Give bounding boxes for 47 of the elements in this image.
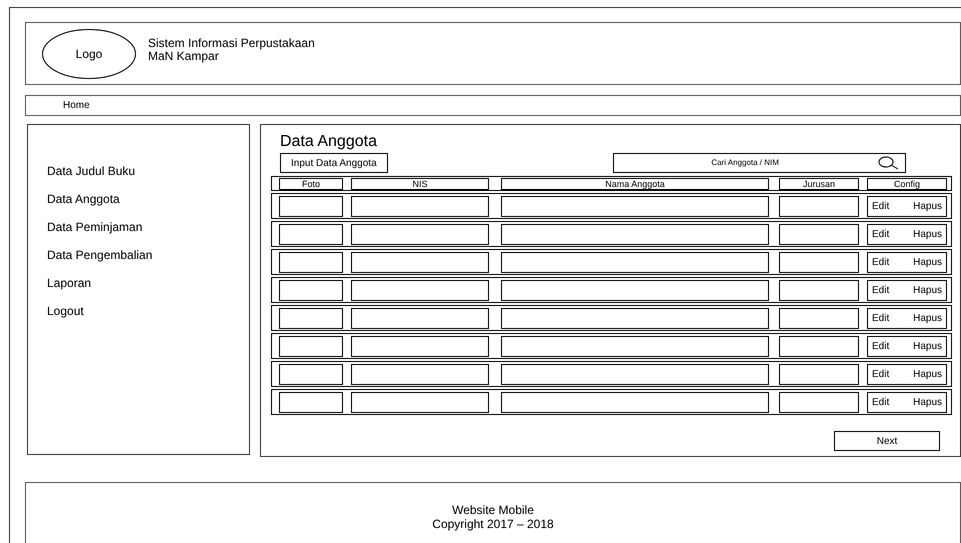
delete-link[interactable]: Hapus (913, 254, 942, 270)
delete-link[interactable]: Hapus (913, 310, 942, 326)
search-field[interactable]: Cari Anggota / NIM (612, 153, 906, 173)
table-cell (279, 364, 343, 384)
delete-link[interactable]: Hapus (913, 226, 942, 242)
edit-link[interactable]: Edit (872, 338, 890, 354)
logo-text: Logo (76, 46, 102, 62)
edit-link[interactable]: Edit (872, 198, 890, 214)
sidebar-item[interactable]: Logout (47, 303, 84, 320)
delete-link[interactable]: Hapus (913, 394, 942, 410)
input-data-button[interactable]: Input Data Anggota (280, 153, 388, 173)
delete-link[interactable]: Hapus (913, 338, 942, 354)
table-cell (279, 196, 343, 216)
table-cell (279, 308, 343, 328)
column-header: Nama Anggota (501, 178, 769, 190)
search-input[interactable]: Cari Anggota / NIM (614, 157, 877, 169)
edit-link[interactable]: Edit (872, 282, 890, 298)
table-cell (279, 224, 343, 244)
edit-link[interactable]: Edit (872, 226, 890, 242)
column-header: Foto (279, 178, 343, 190)
nav-link[interactable]: Home (63, 98, 90, 113)
copyright-text: Copyright 2017 – 2018 (432, 517, 554, 531)
table-cell (279, 252, 343, 272)
sidebar-item[interactable]: Data Anggota (47, 191, 120, 208)
edit-link[interactable]: Edit (872, 394, 890, 410)
column-header: Config (867, 178, 947, 190)
sidebar-item[interactable]: Data Judul Buku (47, 163, 136, 180)
site-title: Sistem Informasi Perpustakaan (148, 36, 315, 50)
page-title: Data Anggota (280, 133, 377, 151)
column-header: Jurusan (779, 178, 859, 190)
column-header: NIS (351, 178, 489, 190)
edit-link[interactable]: Edit (872, 366, 890, 382)
table-cell (279, 392, 343, 412)
delete-link[interactable]: Hapus (913, 366, 942, 382)
sidebar-item[interactable]: Data Peminjaman (47, 219, 142, 236)
edit-link[interactable]: Edit (872, 254, 890, 270)
table-cell (279, 280, 343, 300)
edit-link[interactable]: Edit (872, 310, 890, 326)
search-icon[interactable] (876, 156, 899, 170)
table-cell (279, 336, 343, 356)
delete-link[interactable]: Hapus (913, 282, 942, 298)
sidebar-item[interactable]: Laporan (47, 275, 92, 292)
next-button[interactable]: Next (834, 431, 940, 451)
delete-link[interactable]: Hapus (913, 198, 942, 214)
site-subtitle: MaN Kampar (148, 50, 220, 62)
sidebar-item[interactable]: Data Pengembalian (47, 247, 152, 264)
footer-text: Website Mobile (452, 503, 534, 517)
